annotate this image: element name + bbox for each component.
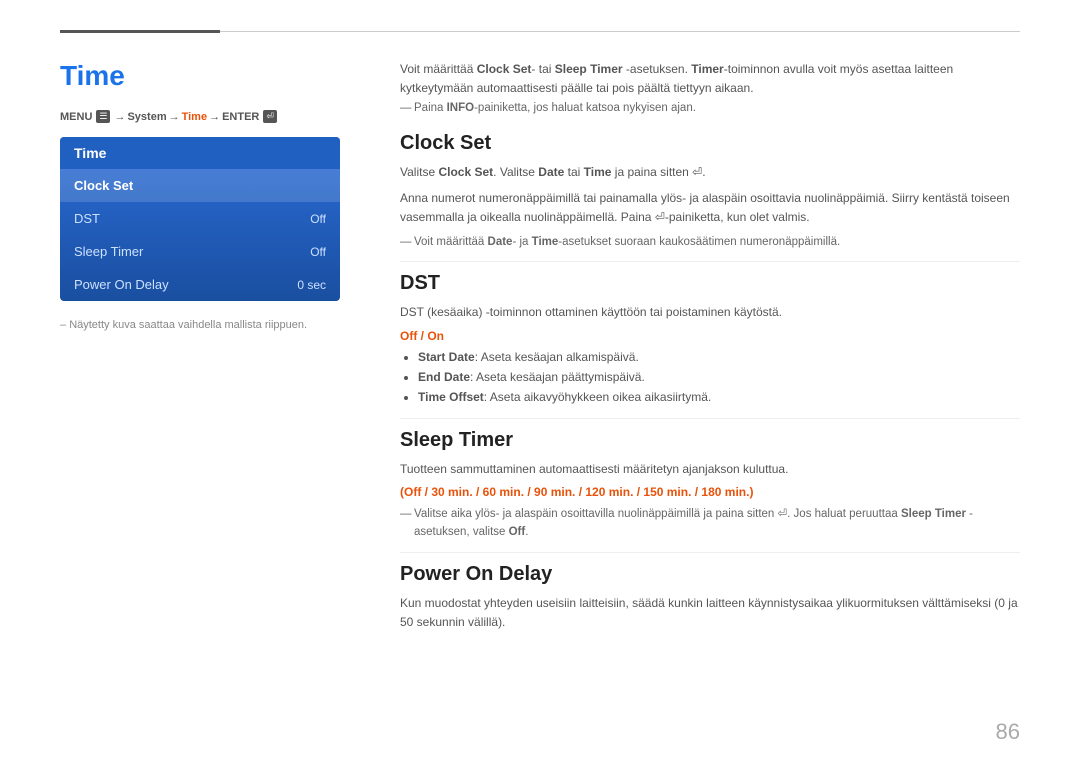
section-title-sleep-timer: Sleep Timer	[400, 429, 1020, 452]
menu-time: Time	[182, 111, 207, 123]
intro-clock-set: Clock Set	[477, 62, 532, 76]
cs-note-time: Time	[532, 236, 559, 248]
menu-arrow3: →	[209, 111, 220, 123]
section-title-dst: DST	[400, 272, 1020, 295]
menu-arrow1: →	[114, 111, 125, 123]
top-bar-accent	[60, 30, 220, 33]
page-number: 86	[996, 719, 1020, 745]
menu-arrow2: →	[169, 111, 180, 123]
intro-text: Voit määrittää Clock Set- tai Sleep Time…	[400, 60, 1020, 98]
divider-dst	[400, 261, 1020, 262]
menu-enter-label: ENTER	[222, 111, 259, 123]
clock-set-body1: Valitse Clock Set. Valitse Date tai Time…	[400, 163, 1020, 182]
start-date-label: Start Date	[418, 350, 475, 364]
section-title-clock-set: Clock Set	[400, 132, 1020, 155]
menu-icon: ☰	[96, 110, 110, 123]
tv-menu-item-value: 0 sec	[297, 278, 326, 292]
tv-menu-item-label: Sleep Timer	[74, 244, 143, 259]
left-column: Time MENU ☰ → System → Time → ENTER ⏎ Ti…	[60, 60, 360, 723]
info-label: INFO	[447, 102, 474, 114]
cs-note-date: Date	[488, 236, 513, 248]
menu-path: MENU ☰ → System → Time → ENTER ⏎	[60, 110, 360, 123]
menu-prefix: MENU	[60, 111, 92, 123]
tv-menu-item-label: Clock Set	[74, 178, 133, 193]
tv-menu-item-value: Off	[310, 212, 326, 226]
clock-set-note: Voit määrittää Date- ja Time-asetukset s…	[400, 233, 1020, 251]
cs-date-bold: Date	[538, 165, 564, 179]
tv-menu-item-label: Power On Delay	[74, 277, 169, 292]
st-off-bold: Off	[509, 526, 526, 538]
tv-menu-item-power-on-delay[interactable]: Power On Delay 0 sec	[60, 268, 340, 301]
power-on-delay-body1: Kun muodostat yhteyden useisiin laitteis…	[400, 594, 1020, 632]
top-bar	[60, 30, 1020, 33]
dst-orange-label: Off / On	[400, 329, 1020, 343]
tv-menu-item-sleep-timer[interactable]: Sleep Timer Off	[60, 235, 340, 268]
st-note-bold: Sleep Timer	[901, 508, 966, 520]
page-content: Time MENU ☰ → System → Time → ENTER ⏎ Ti…	[60, 60, 1020, 723]
dst-bullets: Start Date: Aseta kesäajan alkamispäivä.…	[418, 347, 1020, 408]
divider-sleep-timer	[400, 418, 1020, 419]
right-column: Voit määrittää Clock Set- tai Sleep Time…	[400, 60, 1020, 723]
tv-menu-item-clock-set[interactable]: Clock Set	[60, 169, 340, 202]
cs-time-bold: Time	[584, 165, 612, 179]
cs-clockset-bold: Clock Set	[438, 165, 493, 179]
intro-sleep-timer: Sleep Timer	[555, 62, 623, 76]
options-text: Off / 30 min. / 60 min. / 90 min. / 120 …	[404, 485, 749, 499]
menu-enter-icon: ⏎	[263, 110, 277, 123]
footnote-image: Näytetty kuva saattaa vaihdella mallista…	[60, 319, 360, 331]
time-offset-label: Time Offset	[418, 390, 484, 404]
sleep-timer-note: Valitse aika ylös- ja alaspäin osoittavi…	[400, 505, 1020, 542]
tv-menu-item-dst[interactable]: DST Off	[60, 202, 340, 235]
sleep-timer-options: (Off / 30 min. / 60 min. / 90 min. / 120…	[400, 485, 1020, 499]
sleep-timer-body1: Tuotteen sammuttaminen automaattisesti m…	[400, 460, 1020, 479]
options-paren-close: )	[749, 485, 753, 499]
bullet-time-offset: Time Offset: Aseta aikavyöhykkeen oikea …	[418, 387, 1020, 407]
intro-timer: Timer	[691, 62, 723, 76]
end-date-label: End Date	[418, 370, 470, 384]
page-title: Time	[60, 60, 360, 92]
dst-body1: DST (kesäaika) -toiminnon ottaminen käyt…	[400, 303, 1020, 322]
divider-power-on-delay	[400, 552, 1020, 553]
tv-menu-header: Time	[60, 137, 340, 169]
section-title-power-on-delay: Power On Delay	[400, 563, 1020, 586]
tv-menu-item-label: DST	[74, 211, 100, 226]
bullet-start-date: Start Date: Aseta kesäajan alkamispäivä.	[418, 347, 1020, 367]
top-bar-line	[220, 31, 1020, 32]
bullet-end-date: End Date: Aseta kesäajan päättymispäivä.	[418, 367, 1020, 387]
intro-note: Paina INFO-painiketta, jos haluat katsoa…	[400, 102, 1020, 114]
menu-system: System	[127, 111, 166, 123]
tv-menu-item-value: Off	[310, 245, 326, 259]
clock-set-body2: Anna numerot numeronäppäimillä tai paina…	[400, 189, 1020, 227]
tv-menu: Time Clock Set DST Off Sleep Timer Off P…	[60, 137, 340, 301]
